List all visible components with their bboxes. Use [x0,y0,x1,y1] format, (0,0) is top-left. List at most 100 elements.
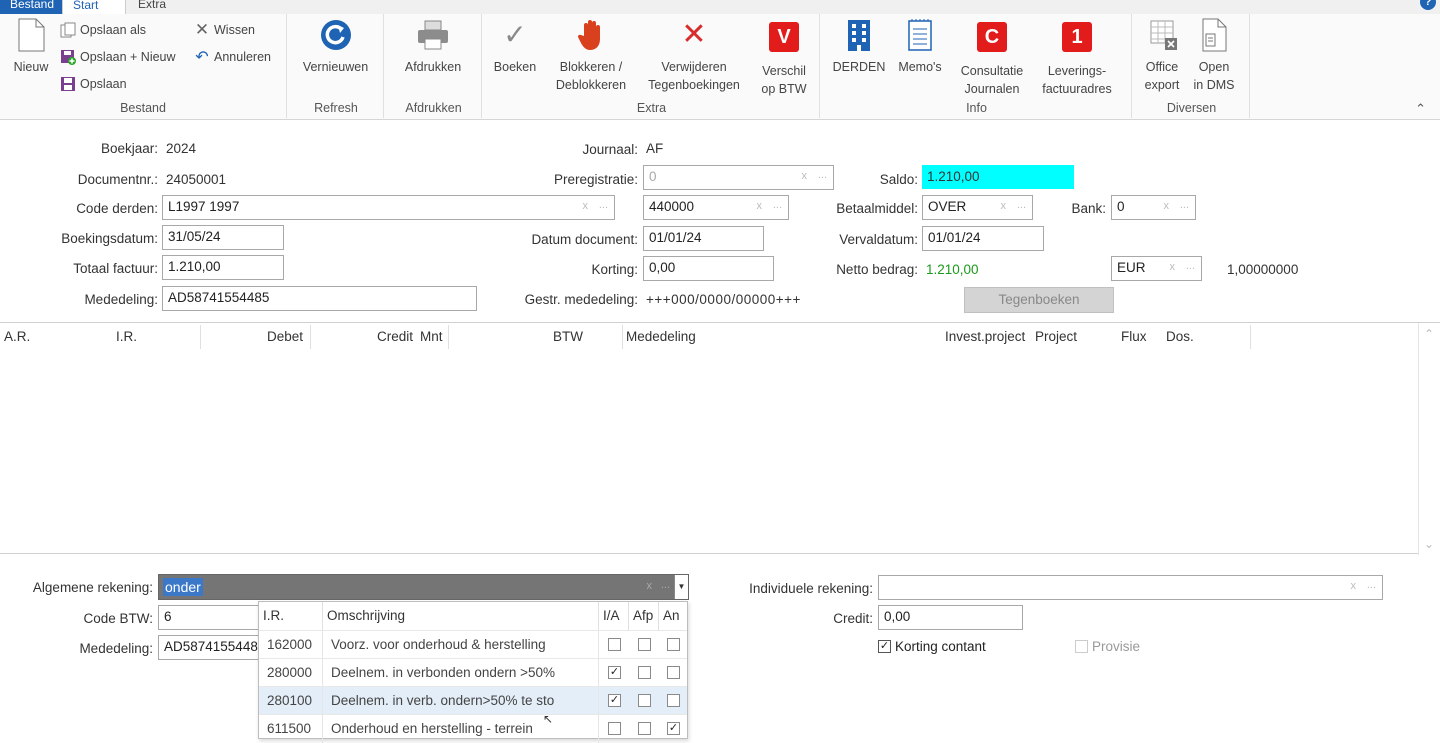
printer-icon [416,18,450,52]
ellipsis-icon[interactable]: ... [661,579,670,591]
preregistration-field[interactable]: 0 x ... [643,165,834,190]
cash-discount-checkbox[interactable]: ✓ Korting contant [878,639,986,654]
third-parties-button[interactable]: DERDEN [826,18,892,76]
save-button[interactable]: Opslaan [60,74,127,94]
ellipsis-icon[interactable]: ... [1367,579,1376,591]
grid-scrollbar[interactable]: ⌃ ⌄ [1418,323,1440,555]
clear-icon[interactable]: x [802,170,808,182]
column-header-debet[interactable]: Debet [267,329,303,344]
ellipsis-icon[interactable]: ... [599,199,608,211]
scroll-down-icon[interactable]: ⌄ [1424,537,1434,551]
discount-field[interactable]: 0,00 [643,256,774,281]
save-as-button[interactable]: Opslaan als [60,20,146,40]
save-new-icon [60,49,76,65]
mouse-cursor-icon: ↖ [543,712,554,726]
ellipsis-icon[interactable]: ... [773,199,782,211]
ellipsis-icon[interactable]: ... [818,169,827,181]
group-extra: ✓ Boeken Blokkeren / Deblokkeren ✕ Verwi… [484,14,820,118]
payment-method-field[interactable]: OVER x ... [922,195,1033,220]
block-button[interactable]: Blokkeren / Deblokkeren [546,18,636,94]
delete-counter-bookings-button[interactable]: ✕ Verwijderen Tegenboekingen [638,18,750,94]
booking-lines-grid[interactable]: A.R. I.R. Debet Credit Mnt BTW Mededelin… [0,322,1440,555]
clear-icon[interactable]: x [1164,200,1170,212]
refresh-icon [319,18,353,52]
column-header-credit[interactable]: Credit [377,329,413,344]
clear-icon[interactable]: x [583,200,589,212]
clear-icon[interactable]: x [1170,261,1176,273]
new-button[interactable]: Nieuw [8,18,54,76]
tab-bar: Bestand Start Extra ? [0,0,1440,14]
delivery-invoice-address-button[interactable]: 1 Leverings- factuuradres [1036,18,1118,98]
clear-button[interactable]: ✕ Wissen [194,20,255,40]
currency-field[interactable]: EUR x ... [1111,256,1202,281]
line-message-field[interactable]: AD58741554485 [158,635,260,660]
collapse-ribbon-icon[interactable]: ⌃ [1415,101,1426,117]
office-export-button[interactable]: Office export [1136,18,1188,94]
invoice-total-field[interactable]: 1.210,00 [162,255,284,280]
individual-account-field[interactable]: x ... [878,575,1383,600]
dropdown-header-omschrijving[interactable]: Omschrijving [323,602,599,630]
clear-icon[interactable]: x [1351,580,1357,592]
account-dropdown-list[interactable]: I.R. Omschrijving I/A Afp An 162000 Voorz… [258,601,688,743]
dropdown-header-ia[interactable]: I/A [599,602,629,630]
dropdown-header-afp[interactable]: Afp [629,602,659,630]
clear-x-icon: ✕ [194,20,210,39]
dropdown-arrow-icon[interactable]: ▼ [674,575,688,599]
column-header-flux[interactable]: Flux [1121,329,1147,344]
dropdown-header-ir[interactable]: I.R. [259,602,323,630]
book-button[interactable]: ✓ Boeken [486,18,544,76]
dropdown-cell-omschrijving: Deelnem. in verbonden ondern >50% [323,659,599,687]
memo-button[interactable]: Memo's [894,18,946,76]
dropdown-row[interactable]: 611500 Onderhoud en herstelling - terrein… [259,714,687,743]
commission-checkbox[interactable]: Provisie [1075,639,1140,654]
column-header-invest-project[interactable]: Invest.project [945,329,1025,344]
save-new-button[interactable]: Opslaan + Nieuw [60,47,176,67]
doc-date-label: Datum document: [531,232,638,247]
clear-icon[interactable]: x [757,200,763,212]
column-header-mededeling[interactable]: Mededeling [626,329,696,344]
dropdown-row[interactable]: 280000 Deelnem. in verbonden ondern >50% ✓ [259,658,687,687]
due-date-field[interactable]: 01/01/24 [922,226,1044,251]
struct-msg-value: +++000/0000/00000+++ [646,292,801,307]
vat-code-field[interactable]: 6 [158,605,260,630]
counter-booking-button[interactable]: Tegenboeken [964,287,1114,313]
booking-date-field[interactable]: 31/05/24 [162,225,284,250]
open-dms-button[interactable]: Open in DMS [1190,18,1238,94]
tab-extra[interactable]: Extra [128,0,176,14]
dropdown-row[interactable]: 280100 Deelnem. in verb. ondern>50% te st… [259,686,687,715]
due-date-label: Vervaldatum: [839,232,918,247]
ellipsis-icon[interactable]: ... [1186,260,1195,272]
ellipsis-icon[interactable]: ... [1017,199,1026,211]
third-code-field[interactable]: L1997 1997 x ... [162,195,615,220]
credit-field[interactable]: 0,00 [878,605,1023,630]
ellipsis-icon[interactable]: ... [1180,199,1189,211]
doc-date-field[interactable]: 01/01/24 [643,226,764,251]
vat-difference-button[interactable]: V Verschil op BTW [752,18,816,98]
bank-field[interactable]: 0 x ... [1111,195,1196,220]
invoice-total-label: Totaal factuur: [73,261,158,276]
general-account-selected-text: onder [163,578,203,596]
column-header-ar[interactable]: A.R. [4,329,30,344]
general-account-field[interactable]: onder x ... ▼ [158,574,689,600]
tab-start[interactable]: Start [62,0,126,14]
dropdown-checkbox-ia [608,638,621,651]
floppy-icon [60,76,76,92]
dropdown-header-an[interactable]: An [659,602,687,630]
column-header-btw[interactable]: BTW [553,329,583,344]
scroll-up-icon[interactable]: ⌃ [1424,327,1434,341]
account-field[interactable]: 440000 x ... [643,195,789,220]
column-header-ir[interactable]: I.R. [116,329,137,344]
print-button[interactable]: Afdrukken [386,18,480,76]
column-header-mnt[interactable]: Mnt [420,329,443,344]
column-header-dos[interactable]: Dos. [1166,329,1194,344]
cancel-button[interactable]: ↶ Annuleren [194,47,271,67]
tab-bestand[interactable]: Bestand [0,0,62,14]
column-header-project[interactable]: Project [1035,329,1077,344]
message-field[interactable]: AD58741554485 [162,286,477,311]
consult-journals-button[interactable]: C Consultatie Journalen [950,18,1034,98]
dropdown-row[interactable]: 162000 Voorz. voor onderhoud & herstellin… [259,630,687,659]
refresh-button[interactable]: Vernieuwen [289,18,382,76]
clear-icon[interactable]: x [1001,200,1007,212]
help-icon[interactable]: ? [1420,0,1436,10]
clear-icon[interactable]: x [647,580,653,592]
